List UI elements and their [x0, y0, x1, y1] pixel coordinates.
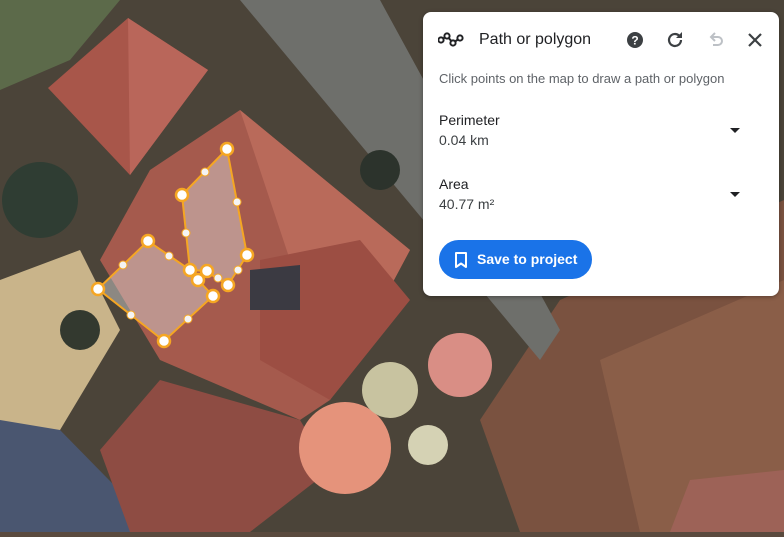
area-row[interactable]: Area 40.77 m²	[423, 172, 779, 222]
panel-header: Path or polygon ?	[423, 12, 779, 68]
shrub	[408, 425, 448, 465]
refresh-icon[interactable]	[663, 28, 687, 52]
vertex	[219, 141, 235, 157]
vertex	[174, 187, 190, 203]
tree-orange	[299, 402, 391, 494]
undo-icon[interactable]	[703, 28, 727, 52]
svg-text:?: ?	[631, 34, 638, 48]
vertex	[199, 263, 215, 279]
vertex	[239, 247, 255, 263]
vertex	[156, 333, 172, 349]
perimeter-value: 0.04 km	[439, 132, 489, 148]
chevron-down-icon[interactable]	[723, 182, 747, 206]
vertex	[90, 281, 106, 297]
solar-panels	[250, 265, 300, 310]
area-value: 40.77 m²	[439, 196, 495, 212]
save-button-label: Save to project	[477, 251, 578, 267]
tree-pink	[428, 333, 492, 397]
perimeter-row[interactable]: Perimeter 0.04 km	[423, 108, 779, 158]
perimeter-label: Perimeter	[439, 112, 500, 128]
chevron-down-icon[interactable]	[723, 118, 747, 142]
vertex	[140, 233, 156, 249]
panel-title: Path or polygon	[479, 31, 592, 48]
bookmark-icon	[453, 251, 469, 269]
help-icon[interactable]: ?	[623, 28, 647, 52]
vertex	[182, 262, 198, 278]
tree-pale	[362, 362, 418, 418]
save-to-project-button[interactable]: Save to project	[439, 240, 592, 279]
vertex	[220, 277, 236, 293]
path-polygon-icon	[437, 30, 464, 50]
measure-panel: Path or polygon ? Click points on the ma…	[423, 12, 779, 296]
instruction-text: Click points on the map to draw a path o…	[439, 71, 725, 86]
area-label: Area	[439, 176, 469, 192]
vertex	[205, 288, 221, 304]
close-icon[interactable]	[743, 28, 767, 52]
tree-dark	[2, 162, 78, 238]
